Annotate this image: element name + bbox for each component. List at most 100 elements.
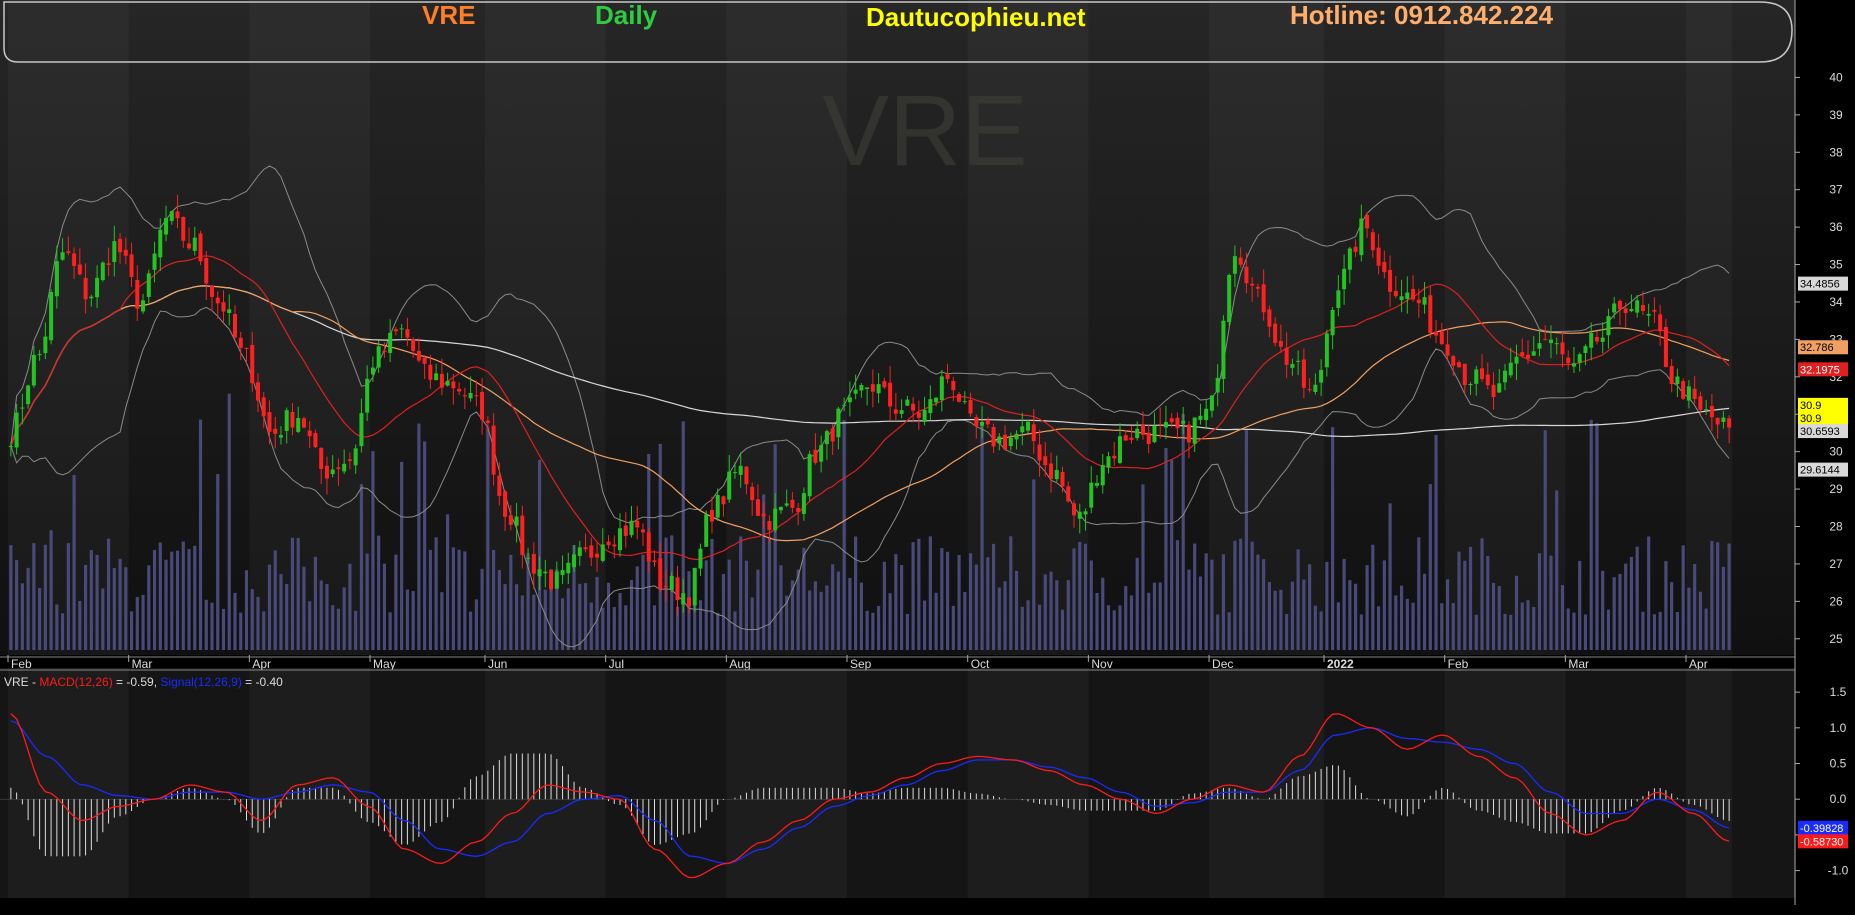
header-hotline: Hotline: 0912.842.224 bbox=[1290, 0, 1554, 30]
candle-body bbox=[192, 237, 197, 251]
candle-body bbox=[324, 465, 329, 479]
candle-body bbox=[261, 397, 266, 417]
candle-body bbox=[1439, 331, 1444, 345]
candle-body bbox=[1043, 456, 1048, 466]
candle-body bbox=[508, 515, 513, 525]
candle-body bbox=[1261, 284, 1266, 313]
candle-body bbox=[554, 571, 559, 589]
macd-y-tick-label: 0.5 bbox=[1830, 757, 1847, 771]
candle-body bbox=[1227, 274, 1232, 323]
candle-body bbox=[600, 544, 605, 561]
candle-body bbox=[1370, 232, 1375, 251]
candle-body bbox=[60, 252, 65, 260]
candle-body bbox=[1594, 336, 1599, 342]
signal-legend-value: = -0.40 bbox=[242, 675, 283, 689]
candle-body bbox=[1307, 389, 1312, 391]
candle-body bbox=[1169, 418, 1174, 423]
candle-body bbox=[284, 410, 289, 431]
month-band bbox=[485, 0, 606, 655]
candle-body bbox=[95, 277, 100, 298]
candle-body bbox=[1330, 309, 1335, 336]
candle-body bbox=[1617, 300, 1622, 310]
candle-body bbox=[1008, 437, 1013, 447]
macd-value-text: -0.58730 bbox=[1800, 836, 1843, 848]
candle-body bbox=[1399, 296, 1404, 301]
candle-body bbox=[1686, 386, 1691, 401]
candle-body bbox=[807, 454, 812, 497]
candle-body bbox=[934, 397, 939, 403]
stock-chart: VRE Feb Mar Apr May Jun Jul Aug Sep Oct Nov Dec 202… bbox=[0, 0, 1849, 905]
candle-body bbox=[480, 391, 485, 420]
candle-body bbox=[106, 263, 111, 265]
candle-body bbox=[663, 586, 669, 588]
candle-body bbox=[727, 471, 732, 500]
candle-body bbox=[175, 211, 180, 219]
candle-body bbox=[543, 571, 548, 574]
candle-body bbox=[31, 354, 36, 386]
candle-body bbox=[330, 469, 335, 475]
candle-body bbox=[54, 261, 59, 297]
candle-body bbox=[1497, 383, 1502, 393]
candle-body bbox=[457, 388, 462, 392]
candle-body bbox=[761, 513, 766, 517]
month-band bbox=[249, 0, 370, 655]
candle-body bbox=[606, 541, 611, 546]
candle-body bbox=[1525, 354, 1531, 359]
candle-body bbox=[422, 357, 427, 364]
candle-body bbox=[675, 577, 680, 600]
y-tick-label: 36 bbox=[1829, 220, 1843, 234]
y-tick-label: 39 bbox=[1829, 108, 1843, 122]
candle-body bbox=[100, 262, 105, 281]
candle-body bbox=[1388, 269, 1393, 292]
y-tick-label: 25 bbox=[1829, 632, 1843, 646]
candle-body bbox=[1071, 503, 1077, 516]
candle-body bbox=[750, 486, 755, 501]
candle-body bbox=[204, 258, 209, 284]
candle-body bbox=[72, 253, 77, 266]
candle-body bbox=[1445, 344, 1450, 356]
candle-body bbox=[1014, 433, 1019, 440]
candle-body bbox=[1031, 424, 1036, 442]
candle-body bbox=[1405, 292, 1410, 299]
candle-body bbox=[1629, 308, 1634, 312]
macd-legend-ticker: VRE - bbox=[4, 675, 39, 689]
candle-body bbox=[1301, 359, 1306, 388]
x-tick-label: Feb bbox=[1448, 657, 1469, 671]
candle-body bbox=[1186, 424, 1191, 443]
candle-body bbox=[221, 302, 226, 312]
candle-body bbox=[589, 545, 594, 558]
candle-body bbox=[813, 449, 818, 463]
candle-body bbox=[531, 553, 536, 574]
candle-body bbox=[181, 216, 186, 241]
candle-body bbox=[1347, 248, 1352, 270]
candle-body bbox=[1083, 511, 1088, 515]
candle-body bbox=[1066, 486, 1071, 502]
candle-body bbox=[715, 495, 720, 518]
candle-body bbox=[1382, 262, 1387, 273]
candle-body bbox=[1273, 323, 1278, 344]
candle-body bbox=[376, 346, 381, 368]
candle-body bbox=[876, 384, 881, 394]
candle-body bbox=[1704, 409, 1709, 411]
price-label-text: 34.4856 bbox=[1800, 279, 1840, 291]
candle-body bbox=[118, 238, 123, 253]
candle-body bbox=[1123, 435, 1128, 441]
candle-body bbox=[1353, 246, 1358, 252]
candle-body bbox=[1117, 436, 1122, 463]
candle-body bbox=[255, 382, 260, 401]
candle-body bbox=[1514, 356, 1519, 364]
candle-body bbox=[870, 384, 875, 392]
candle-body bbox=[577, 547, 582, 557]
candle-body bbox=[922, 410, 927, 423]
month-band bbox=[726, 668, 847, 898]
candle-body bbox=[319, 448, 324, 469]
candle-body bbox=[1692, 388, 1697, 399]
candle-body bbox=[301, 418, 306, 428]
watermark-text: VRE bbox=[822, 75, 1028, 187]
candle-body bbox=[514, 516, 519, 526]
candle-body bbox=[164, 217, 169, 235]
candle-body bbox=[244, 347, 249, 349]
candle-body bbox=[1583, 346, 1588, 353]
candle-body bbox=[313, 433, 318, 448]
candle-body bbox=[1284, 347, 1289, 365]
